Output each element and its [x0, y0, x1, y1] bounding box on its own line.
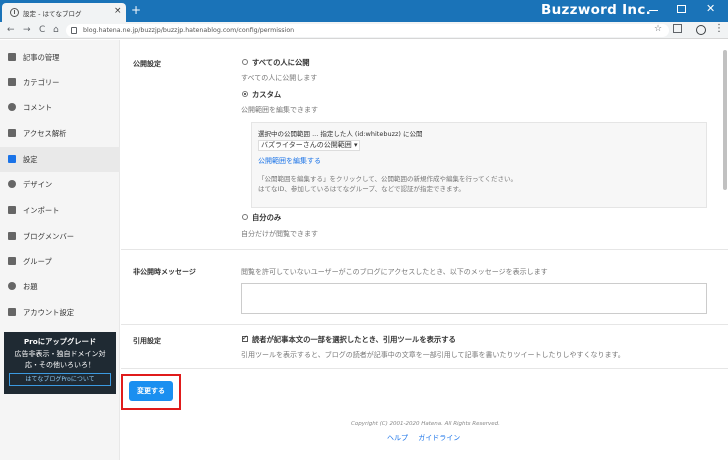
- guideline-link[interactable]: ガイドライン: [418, 434, 460, 442]
- promo-line: 応・その他いろいろ！: [25, 361, 95, 369]
- section-divider: [121, 368, 728, 369]
- radio-private[interactable]: [242, 214, 248, 220]
- brand-watermark: Buzzword Inc.: [541, 2, 652, 18]
- home-icon[interactable]: ⌂: [53, 24, 59, 36]
- topic-icon: [8, 282, 16, 290]
- browser-title-bar: 設定 - はてなブログ × + Buzzword Inc. ✕: [0, 0, 728, 22]
- sidebar-item-label: アカウント設定: [23, 308, 75, 317]
- quote-tool-label: 読者が記事本文の一部を選択したとき、引用ツールを表示する: [252, 335, 456, 344]
- copyright-text: Copyright (C) 2001-2020 Hatena. All Righ…: [351, 421, 500, 427]
- quote-tool-desc: 引用ツールを表示すると、ブログの読者が記事中の文章を一部引用して記事を書いたりツ…: [241, 351, 625, 359]
- menu-icon[interactable]: ⋮: [714, 23, 724, 35]
- custom-scope-panel: 選択中の公開範囲 ... 指定した人 (id:whitebuzz) に公開 バズ…: [251, 122, 707, 208]
- settings-main: 公開設定 すべての人に公開 すべての人に公開します カスタム 公開範囲を編集でき…: [121, 40, 728, 460]
- scope-note-line: 「公開範囲を編集する」をクリックして、公開範囲の新規作成や編集を行ってください。: [258, 175, 517, 183]
- sidebar-item-settings[interactable]: 設定: [0, 147, 120, 172]
- sidebar-item-members[interactable]: ブログメンバー: [0, 224, 120, 249]
- new-tab-button[interactable]: +: [131, 4, 141, 16]
- edit-scope-link[interactable]: 公開範囲を編集する: [258, 156, 321, 166]
- sidebar-item-label: ブログメンバー: [23, 232, 75, 241]
- option-private-desc: 自分だけが閲覧できます: [241, 230, 318, 238]
- url-field[interactable]: blog.hatena.ne.jp/buzzjp/buzzjp.hatenabl…: [66, 24, 669, 37]
- tab-title: 設定 - はてなブログ: [23, 10, 82, 18]
- option-custom-desc: 公開範囲を編集できます: [241, 106, 318, 114]
- folder-icon: [8, 78, 16, 86]
- radio-public-all[interactable]: [242, 59, 248, 65]
- extension-icon[interactable]: [673, 24, 682, 33]
- sidebar-item-comment[interactable]: コメント: [0, 95, 120, 120]
- option-public-all-desc: すべての人に公開します: [241, 74, 318, 82]
- pro-upgrade-promo: Proにアップグレード 広告非表示・独自ドメイン対 応・その他いろいろ！ はてな…: [4, 332, 116, 394]
- sidebar-item-analytics[interactable]: アクセス解析: [0, 121, 120, 146]
- palette-icon: [8, 180, 16, 188]
- import-icon: [8, 206, 16, 214]
- option-public-all-label: すべての人に公開: [252, 58, 310, 67]
- scope-dropdown[interactable]: バズライターさんの公開範囲 ▾: [258, 140, 361, 151]
- edit-icon: [8, 53, 16, 61]
- sidebar-item-category[interactable]: カテゴリー: [0, 70, 120, 95]
- private-message-desc: 閲覧を許可していないユーザーがこのブログにアクセスしたとき、以下のメッセージを表…: [241, 268, 548, 276]
- group-icon: [8, 257, 16, 265]
- promo-title: Proにアップグレード: [23, 337, 97, 346]
- sidebar-item-label: 記事の管理: [23, 53, 60, 62]
- sidebar-item-label: カテゴリー: [23, 78, 60, 87]
- profile-icon[interactable]: [696, 25, 706, 35]
- url-text: blog.hatena.ne.jp/buzzjp/buzzjp.hatenabl…: [83, 27, 295, 34]
- back-icon[interactable]: ←: [7, 24, 15, 36]
- sidebar-item-label: コメント: [23, 103, 53, 112]
- promo-line: 広告非表示・独自ドメイン対: [14, 350, 106, 358]
- quote-tool-checkbox[interactable]: [242, 334, 248, 342]
- sidebar: 記事の管理 カテゴリー コメント アクセス解析 設定 デザイン インポート ブロ…: [0, 40, 120, 460]
- sidebar-item-label: デザイン: [23, 180, 53, 189]
- sidebar-item-design[interactable]: デザイン: [0, 172, 120, 197]
- option-custom-label: カスタム: [252, 90, 282, 99]
- private-message-textarea[interactable]: [241, 283, 707, 314]
- tab-close-icon[interactable]: ×: [114, 6, 122, 16]
- option-private-label: 自分のみ: [252, 213, 282, 222]
- publish-settings-label: 公開設定: [133, 60, 161, 68]
- forward-icon[interactable]: →: [23, 24, 31, 36]
- scrollbar-thumb[interactable]: [723, 50, 727, 190]
- members-icon: [8, 232, 16, 240]
- sidebar-item-label: お題: [23, 282, 38, 291]
- bookmark-star-icon[interactable]: ☆: [654, 24, 662, 34]
- sidebar-item-import[interactable]: インポート: [0, 198, 120, 223]
- sidebar-item-label: グループ: [23, 257, 52, 266]
- comment-icon: [8, 103, 16, 111]
- minimize-icon[interactable]: [649, 10, 658, 11]
- private-message-label: 非公開時メッセージ: [133, 268, 196, 276]
- address-bar: ← → C ⌂ blog.hatena.ne.jp/buzzjp/buzzjp.…: [0, 22, 728, 39]
- footer-links: ヘルプ ガイドライン: [387, 433, 468, 443]
- pro-info-button[interactable]: はてなブログProについて: [9, 373, 111, 386]
- maximize-icon[interactable]: [677, 5, 686, 13]
- section-divider: [121, 324, 728, 325]
- quote-settings-label: 引用設定: [133, 337, 161, 345]
- chart-icon: [8, 129, 16, 137]
- wrench-icon: [8, 155, 16, 163]
- save-button[interactable]: 変更する: [129, 381, 173, 401]
- sidebar-item-account[interactable]: アカウント設定: [0, 300, 120, 325]
- scope-note: 「公開範囲を編集する」をクリックして、公開範囲の新規作成や編集を行ってください。…: [258, 174, 517, 194]
- sidebar-item-topic[interactable]: お題: [0, 274, 120, 299]
- lock-icon: [71, 27, 77, 34]
- radio-custom[interactable]: [242, 91, 248, 97]
- reload-icon[interactable]: C: [39, 24, 45, 36]
- scope-note-line: はてなID、参加しているはてなグループ、などで認証が指定できます。: [258, 185, 465, 193]
- sidebar-item-label: 設定: [23, 155, 38, 164]
- sidebar-item-label: インポート: [23, 206, 60, 215]
- section-divider: [121, 249, 728, 250]
- hatena-favicon-icon: [10, 8, 19, 17]
- sidebar-item-group[interactable]: グループ: [0, 249, 120, 274]
- selected-scope-text: 選択中の公開範囲 ... 指定した人 (id:whitebuzz) に公開: [258, 130, 423, 138]
- account-icon: [8, 308, 16, 316]
- promo-text: 広告非表示・独自ドメイン対 応・その他いろいろ！: [4, 349, 116, 371]
- browser-tab[interactable]: 設定 - はてなブログ ×: [2, 3, 126, 22]
- window-close-icon[interactable]: ✕: [706, 2, 715, 15]
- sidebar-item-entries[interactable]: 記事の管理: [0, 45, 120, 70]
- help-link[interactable]: ヘルプ: [387, 434, 408, 442]
- sidebar-item-label: アクセス解析: [23, 129, 67, 138]
